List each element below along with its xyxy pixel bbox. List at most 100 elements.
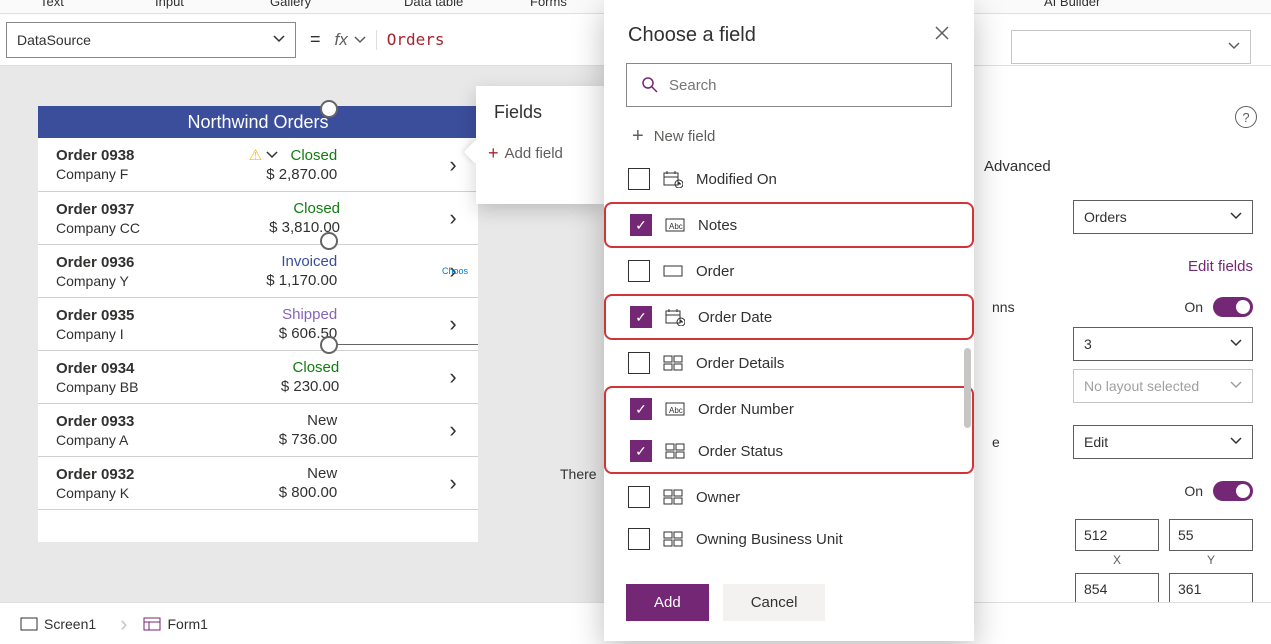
chevron-right-icon[interactable]: › [440,205,466,231]
selection-handle[interactable] [320,336,338,354]
size-h-input[interactable]: 361 [1169,573,1253,605]
screen-preview[interactable]: Northwind Orders Order 0938 Company F ⚠ … [38,106,478,542]
help-icon[interactable]: ? [1235,106,1257,128]
checkbox[interactable] [628,486,650,508]
search-input[interactable] [626,63,952,107]
close-icon[interactable] [934,25,950,46]
tab-advanced[interactable]: Advanced [984,158,1051,181]
datasource-dropdown[interactable]: Orders [1073,200,1253,234]
add-field-button[interactable]: + Add field [488,143,592,164]
field-row[interactable]: ✓ Order Date [620,296,958,338]
order-number: Order 0935 [56,307,134,324]
layout-dropdown[interactable]: No layout selected [1073,369,1253,403]
order-row[interactable]: Order 0932 Company K New $ 800.00 › [38,457,478,510]
ribbon-gallery[interactable]: Gallery [270,0,311,9]
order-number: Order 0937 [56,201,140,218]
field-row[interactable]: ✓ Order Status [620,430,958,472]
field-list[interactable]: Modified On ✓ Abc Notes Order ✓ Order Da… [604,158,974,570]
search-field[interactable] [669,77,937,94]
position-y-input[interactable]: 55 [1169,519,1253,551]
order-row[interactable]: Order 0933 Company A New $ 736.00 › [38,404,478,457]
choose-field-popup: Choose a field + New field Modified On ✓… [604,0,974,641]
field-row[interactable]: Order [618,250,960,292]
order-row[interactable]: Order 0938 Company F ⚠ Closed $ 2,870.00… [38,138,478,192]
highlighted-field: ✓ Order Date [604,294,974,340]
ribbon-ai-builder[interactable]: AI Builder [1044,0,1100,9]
checkbox[interactable]: ✓ [630,398,652,420]
field-name: Order Date [698,309,772,326]
checkbox[interactable] [628,528,650,550]
new-field-button[interactable]: + New field [604,119,974,158]
add-button[interactable]: Add [626,584,709,621]
order-status: New [307,412,337,429]
position-x-input[interactable]: 512 [1075,519,1159,551]
chevron-right-icon[interactable]: › [440,311,466,337]
default-mode-dropdown[interactable]: Edit [1073,425,1253,459]
breadcrumb-form[interactable]: Form1 [137,616,221,632]
order-row[interactable]: Order 0937 Company CC Closed $ 3,810.00 … [38,192,478,245]
ribbon-forms[interactable]: Forms [530,0,567,9]
field-row[interactable]: ✓ Abc Order Number [620,388,958,430]
order-amount: $ 800.00 [279,484,337,501]
form-icon [143,617,161,631]
field-row[interactable]: Owner [618,476,960,518]
order-amount: $ 736.00 [279,431,337,448]
ribbon-data-table[interactable]: Data table [404,0,463,9]
field-name: Notes [698,217,737,234]
breadcrumb-separator: › [120,611,127,637]
order-status: Invoiced [281,253,337,270]
ribbon-text[interactable]: Text [40,0,64,9]
chevron-right-icon[interactable]: › [440,417,466,443]
visible-toggle[interactable] [1213,481,1253,501]
fx-button[interactable]: fx [335,30,377,50]
chevron-right-icon[interactable]: › [440,152,466,178]
order-number: Order 0934 [56,360,138,377]
order-list: Order 0938 Company F ⚠ Closed $ 2,870.00… [38,138,478,510]
checkbox[interactable] [628,352,650,374]
app-title: Northwind Orders [38,106,478,138]
order-status: ⚠ Closed [249,146,337,164]
order-row[interactable]: Order 0934 Company BB Closed $ 230.00 › [38,351,478,404]
checkbox[interactable]: ✓ [630,214,652,236]
formula-results-dropdown[interactable] [1011,30,1251,64]
field-row[interactable]: Owning Business Unit [618,518,960,560]
property-dropdown[interactable]: DataSource [6,22,296,58]
snap-columns-toggle[interactable] [1213,297,1253,317]
columns-dropdown[interactable]: 3 [1073,327,1253,361]
formula-input[interactable]: Orders [387,30,445,49]
size-w-input[interactable]: 854 [1075,573,1159,605]
prop-label-columns: nns [992,299,1015,315]
ribbon-input[interactable]: Input [155,0,184,9]
order-number: Order 0936 [56,254,134,271]
field-row[interactable]: ✓ Abc Notes [620,204,958,246]
edit-fields-link[interactable]: Edit fields [974,258,1271,275]
field-type-icon [662,262,684,280]
field-type-icon [664,442,686,460]
cancel-button[interactable]: Cancel [723,584,826,621]
checkbox[interactable]: ✓ [630,306,652,328]
checkbox[interactable]: ✓ [630,440,652,462]
field-type-icon [662,354,684,372]
breadcrumb-screen[interactable]: Screen1 [14,616,110,632]
selection-handle[interactable] [320,232,338,250]
field-row[interactable]: Modified On [618,158,960,200]
checkbox[interactable] [628,168,650,190]
chevron-down-icon [1230,336,1242,352]
checkbox[interactable] [628,260,650,282]
order-company: Company K [56,485,134,501]
fields-hint: Choos [442,266,468,276]
properties-panel: ? Advanced Orders Edit fields nns On 3 N… [973,66,1271,602]
selection-edge [338,344,478,345]
chevron-right-icon[interactable]: › [440,470,466,496]
field-row[interactable]: Order Details [618,342,960,384]
field-type-icon [664,308,686,326]
order-amount: $ 2,870.00 [266,166,337,183]
order-row[interactable]: Order 0936 Company Y Invoiced $ 1,170.00… [38,245,478,298]
selection-handle[interactable] [320,100,338,118]
chevron-down-icon [1230,209,1242,225]
scrollbar-thumb[interactable] [964,348,971,428]
chevron-down-icon [354,34,366,46]
field-type-icon [662,488,684,506]
chevron-right-icon[interactable]: › [440,364,466,390]
fields-title: Fields [488,102,592,123]
